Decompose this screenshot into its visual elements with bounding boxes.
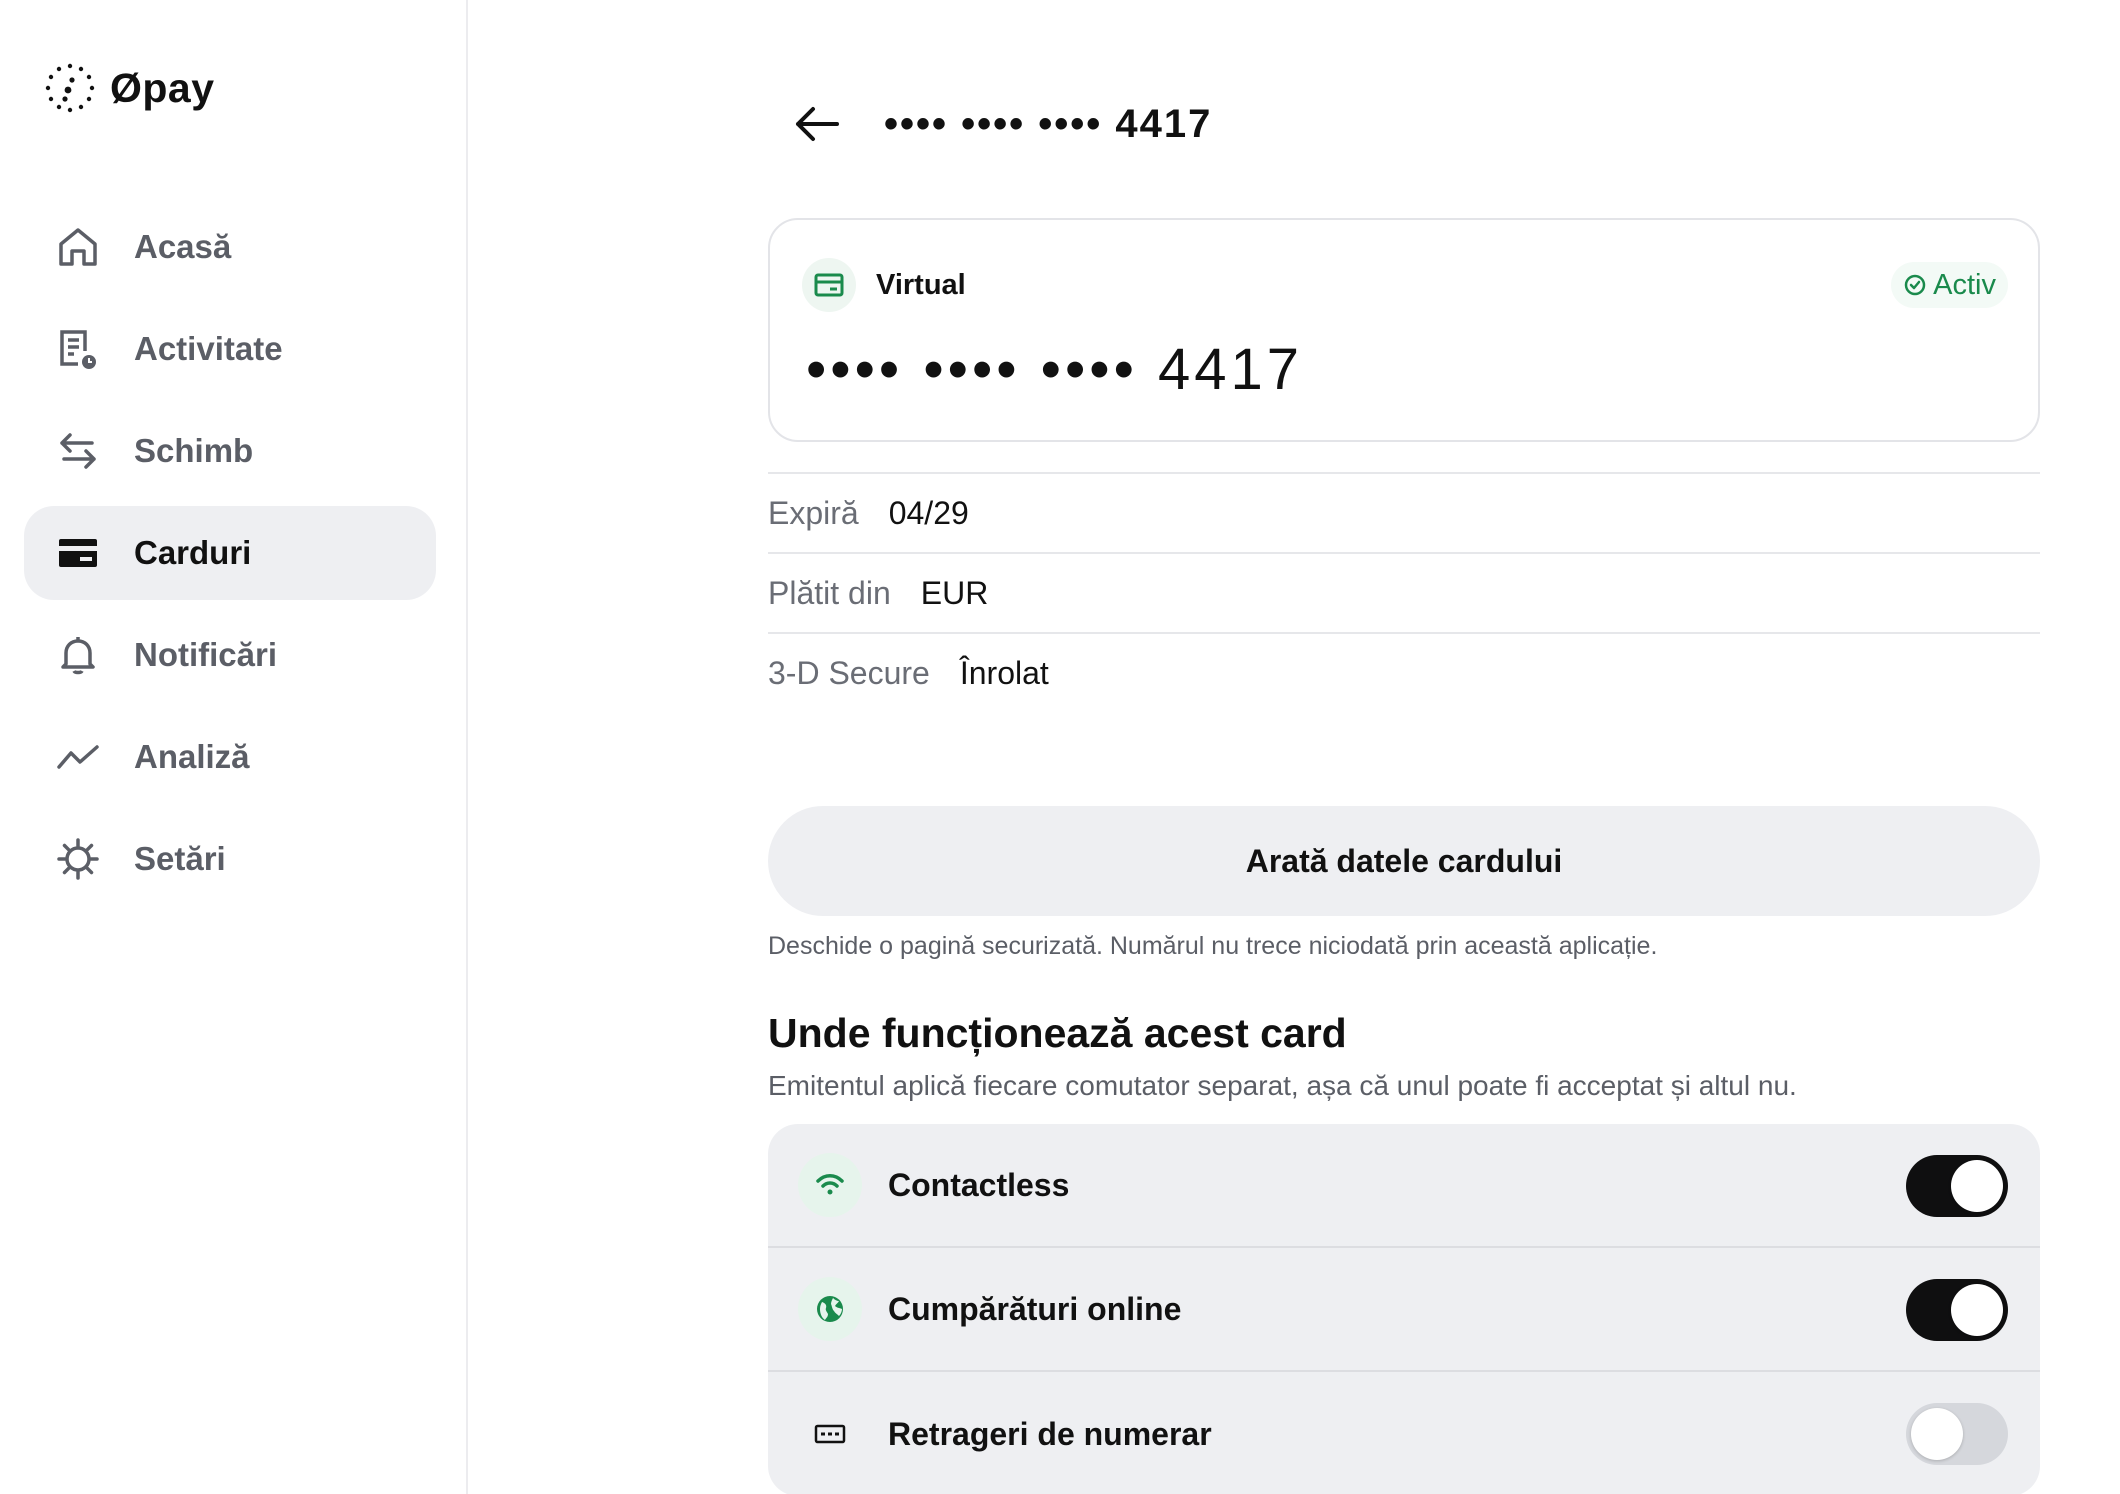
app-name: Øpay (110, 64, 215, 111)
usage-toggles: Contactless Cumpărături online Retrageri… (768, 1124, 2040, 1494)
status-label: Activ (1933, 268, 1996, 301)
check-circle-icon (1904, 274, 1926, 296)
sidebar-nav: Acasă Activitate Schimb Carduri Notifică… (24, 200, 436, 914)
section-title: Unde funcționează acest card (768, 1010, 1347, 1056)
cash-icon (798, 1402, 862, 1466)
secure-page-hint: Deschide o pagină securizată. Numărul nu… (768, 932, 1658, 960)
back-button[interactable] (788, 95, 846, 153)
section-subtitle: Emitentul aplică fiecare comutator separ… (768, 1070, 1797, 1101)
page-header: •••• •••• •••• 4417 (768, 94, 2040, 154)
sidebar-item-cards[interactable]: Carduri (24, 506, 436, 600)
card-details: Expiră 04/29 Plătit din EUR 3-D Secure Î… (768, 472, 2040, 712)
detail-row-funding: Plătit din EUR (768, 552, 2040, 632)
sidebar-item-label: Schimb (134, 432, 254, 469)
activity-icon (56, 327, 100, 371)
detail-value: EUR (920, 574, 989, 611)
switch-knob (1951, 1284, 2003, 1336)
exchange-icon (56, 429, 100, 473)
detail-value: 04/29 (888, 494, 969, 531)
arrow-left-icon (796, 107, 839, 141)
detail-label: 3-D Secure (768, 654, 930, 691)
virtual-card-icon (802, 258, 856, 312)
page-title: •••• •••• •••• 4417 (884, 101, 1213, 146)
app-logo[interactable]: Øpay (44, 62, 215, 114)
sidebar-item-settings[interactable]: Setări (24, 812, 436, 906)
sidebar-item-label: Acasă (134, 228, 232, 265)
sidebar-item-exchange[interactable]: Schimb (24, 404, 436, 498)
toggle-row-online: Cumpărături online (768, 1248, 2040, 1372)
bell-icon (56, 633, 100, 677)
sidebar-item-label: Setări (134, 840, 226, 877)
toggle-row-cash: Retrageri de numerar (768, 1372, 2040, 1494)
sidebar-item-home[interactable]: Acasă (24, 200, 436, 294)
detail-label: Expiră (768, 494, 859, 531)
logo-icon (45, 63, 95, 113)
contactless-switch[interactable] (1906, 1155, 2008, 1217)
card-summary: Virtual Activ •••• •••• •••• 4417 (768, 218, 2040, 442)
sidebar-item-notifications[interactable]: Notificări (24, 608, 436, 702)
detail-row-expiry: Expiră 04/29 (768, 472, 2040, 552)
online-purchases-switch[interactable] (1906, 1279, 2008, 1341)
sidebar-item-label: Analiză (134, 738, 250, 775)
contactless-icon (798, 1153, 862, 1217)
detail-value: Înrolat (959, 654, 1049, 691)
detail-row-3ds: 3-D Secure Înrolat (768, 632, 2040, 712)
card-type: Virtual (802, 258, 966, 312)
cash-withdrawal-switch[interactable] (1906, 1403, 2008, 1465)
toggle-label: Cumpărături online (888, 1290, 1182, 1327)
detail-label: Plătit din (768, 574, 891, 611)
switch-knob (1911, 1408, 1963, 1460)
toggle-label: Retrageri de numerar (888, 1415, 1212, 1452)
sidebar-item-label: Notificări (134, 636, 278, 673)
show-card-details-button[interactable]: Arată datele cardului (768, 806, 2040, 916)
gear-icon (56, 837, 100, 881)
sidebar-item-analytics[interactable]: Analiză (24, 710, 436, 804)
status-badge: Activ (1891, 262, 2008, 308)
sidebar-item-activity[interactable]: Activitate (24, 302, 436, 396)
sidebar-item-label: Carduri (134, 534, 252, 571)
card-number: •••• •••• •••• 4417 (806, 337, 1304, 402)
toggle-label: Contactless (888, 1166, 1070, 1203)
globe-icon (798, 1277, 862, 1341)
toggle-row-contactless: Contactless (768, 1124, 2040, 1248)
card-type-label: Virtual (876, 268, 966, 301)
home-icon (56, 225, 100, 269)
chart-icon (56, 735, 100, 779)
switch-knob (1951, 1160, 2003, 1212)
sidebar: Øpay Acasă Activitate Schimb Carduri Not… (0, 0, 468, 1494)
sidebar-item-label: Activitate (134, 330, 283, 367)
card-icon (56, 531, 100, 575)
